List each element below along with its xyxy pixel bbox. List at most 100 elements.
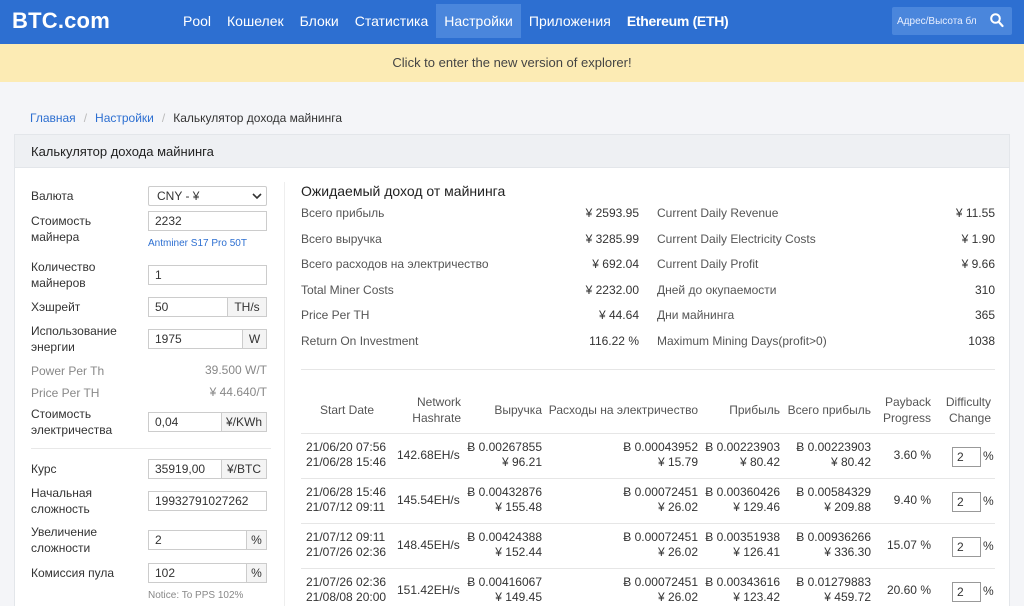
revenue-cny: ¥ 155.48: [495, 500, 542, 514]
nav-item-apps[interactable]: Приложения: [521, 4, 619, 38]
header-profit: Прибыль: [729, 403, 780, 417]
electricity-btc: Ƀ 0.00072451: [623, 575, 698, 589]
difficulty-change-unit: %: [983, 449, 994, 463]
breadcrumb-home[interactable]: Главная: [30, 111, 76, 125]
revenue: Ƀ 0.00416067 ¥ 149.45: [467, 575, 542, 605]
difficulty-input[interactable]: 19932791027262: [148, 491, 267, 511]
header-payback-line2: Progress: [882, 411, 931, 425]
header-network-hashrate-line2: Hashrate: [412, 411, 461, 425]
power-label: Использование энергии: [31, 324, 117, 354]
miner-count-label: Количество майнеров: [31, 260, 96, 290]
start-date: 21/06/20 07:56: [306, 440, 387, 454]
table-row: 21/07/12 09:11 21/07/26 02:36 148.45EH/s …: [301, 523, 995, 568]
summary-label: Всего прибыль: [301, 206, 385, 220]
pool-fee-input[interactable]: 102: [148, 563, 247, 583]
difficulty-change-input[interactable]: 2: [952, 492, 981, 512]
currency-select[interactable]: CNY - ¥: [148, 186, 267, 206]
header-revenue: Выручка: [494, 403, 542, 417]
revenue-btc: Ƀ 0.00424388: [467, 530, 542, 544]
hashrate-unit: TH/s: [228, 297, 267, 317]
profit-btc: Ƀ 0.00223903: [705, 440, 780, 454]
nav-menu: Pool Кошелек Блоки Статистика Настройки …: [175, 4, 736, 38]
electricity-cny: ¥ 26.02: [657, 590, 698, 604]
profit-cny: ¥ 129.46: [733, 500, 780, 514]
nav-item-settings[interactable]: Настройки: [436, 4, 521, 38]
hashrate-input[interactable]: 50: [148, 297, 228, 317]
column-divider: [284, 182, 285, 606]
electricity-unit: ¥/KWh: [222, 412, 267, 432]
logo[interactable]: BTC.com: [12, 8, 110, 34]
electricity-cny: ¥ 15.79: [657, 455, 698, 469]
nav-item-ethereum[interactable]: Ethereum (ETH): [619, 4, 737, 38]
network-hashrate: 151.42EH/s: [397, 583, 460, 597]
header-difficulty-line2: Change: [948, 411, 991, 425]
breadcrumb-separator: /: [161, 111, 166, 125]
search-input[interactable]: [897, 13, 985, 29]
profit: Ƀ 0.00223903 ¥ 80.42: [705, 440, 780, 470]
start-date: 21/06/28 15:46: [306, 485, 387, 499]
page-title: Калькулятор дохода майнинга: [31, 144, 214, 159]
difficulty-increase-input[interactable]: 2: [148, 530, 247, 550]
summary-label: Current Daily Revenue: [657, 206, 779, 220]
nav-item-pool[interactable]: Pool: [175, 4, 219, 38]
electricity-cny: ¥ 26.02: [657, 545, 698, 559]
electricity-input[interactable]: 0,04: [148, 412, 222, 432]
nav-item-wallet[interactable]: Кошелек: [219, 4, 292, 38]
new-explorer-banner[interactable]: Click to enter the new version of explor…: [0, 44, 1024, 82]
summary-label: Total Miner Costs: [301, 283, 394, 297]
revenue: Ƀ 0.00432876 ¥ 155.48: [467, 485, 542, 515]
header-difficulty-change: Difficulty Change: [946, 394, 991, 426]
difficulty-change-unit: %: [983, 584, 994, 598]
search-box: [892, 7, 1012, 35]
difficulty-change-input[interactable]: 2: [952, 537, 981, 557]
pool-fee-notice: Notice: To PPS 102%: [148, 590, 244, 601]
nav-item-statistics[interactable]: Статистика: [347, 4, 437, 38]
total-profit-cny: ¥ 80.42: [830, 455, 871, 469]
profit-btc: Ƀ 0.00360426: [705, 485, 780, 499]
search-icon[interactable]: [990, 13, 1004, 28]
header-network-hashrate-line1: Network: [416, 395, 461, 409]
date-range: 21/06/20 07:56 21/06/28 15:46: [306, 440, 386, 470]
miner-model-link[interactable]: Antminer S17 Pro 50T: [148, 238, 247, 249]
rate-unit: ¥/BTC: [222, 459, 267, 479]
difficulty-change-unit: %: [983, 539, 994, 553]
network-hashrate: 145.54EH/s: [397, 493, 460, 507]
electricity-cost: Ƀ 0.00043952 ¥ 15.79: [623, 440, 698, 470]
summary-value: ¥ 692.04: [592, 257, 639, 271]
breadcrumb-settings[interactable]: Настройки: [95, 111, 154, 125]
summary-label: Current Daily Profit: [657, 257, 759, 271]
miner-count-input[interactable]: 1: [148, 265, 267, 285]
chevron-down-icon: [252, 193, 262, 200]
difficulty-change-unit: %: [983, 494, 994, 508]
total-profit: Ƀ 0.00584329 ¥ 209.88: [796, 485, 871, 515]
pool-fee-label: Комиссия пула: [31, 566, 115, 580]
revenue-btc: Ƀ 0.00267855: [467, 440, 542, 454]
summary-label: Дней до окупаемости: [657, 283, 777, 297]
summary-value: ¥ 9.66: [961, 257, 995, 271]
calculator-form: Валюта CNY - ¥ Стоимость майнера 2232 An…: [31, 168, 271, 606]
header-total-profit: Всего прибыль: [787, 403, 871, 417]
total-profit-cny: ¥ 209.88: [824, 500, 871, 514]
summary-label: Всего выручка: [301, 232, 382, 246]
rate-input[interactable]: 35919,00: [148, 459, 222, 479]
difficulty-increase-unit: %: [247, 530, 267, 550]
total-profit: Ƀ 0.01279883 ¥ 459.72: [796, 575, 871, 605]
network-hashrate: 148.45EH/s: [397, 538, 460, 552]
summary-value: 1038: [968, 334, 995, 348]
end-date: 21/08/08 20:00: [306, 590, 387, 604]
top-navbar: BTC.com Pool Кошелек Блоки Статистика На…: [0, 0, 1024, 44]
difficulty-increase-label: Увеличение сложности: [31, 525, 98, 555]
payback-progress: 15.07 %: [886, 538, 931, 552]
difficulty-change-input[interactable]: 2: [952, 582, 981, 602]
summary-value: ¥ 1.90: [961, 232, 995, 246]
date-range: 21/07/12 09:11 21/07/26 02:36: [306, 530, 386, 560]
miner-cost-input[interactable]: 2232: [148, 211, 267, 231]
difficulty-change-input[interactable]: 2: [952, 447, 981, 467]
network-hashrate: 142.68EH/s: [397, 448, 460, 462]
electricity-label: Стоимость электричества: [31, 407, 113, 437]
nav-item-blocks[interactable]: Блоки: [292, 4, 347, 38]
electricity-cny: ¥ 26.02: [657, 500, 698, 514]
header-payback-line1: Payback: [884, 395, 931, 409]
power-input[interactable]: 1975: [148, 329, 243, 349]
date-range: 21/06/28 15:46 21/07/12 09:11: [306, 485, 386, 515]
